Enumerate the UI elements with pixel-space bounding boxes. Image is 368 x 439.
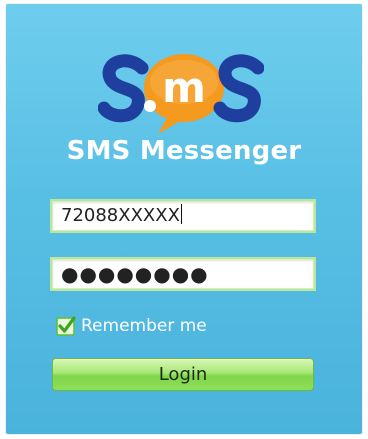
phone-number-value: 72088XXXXX [61,205,180,226]
checkbox-checked-icon[interactable] [56,316,76,336]
password-input[interactable]: ●●●●●●●● [52,259,314,289]
logo-right-s [213,54,264,123]
logo-left-s [98,54,149,123]
login-button[interactable]: Login [52,358,314,391]
remember-me-label: Remember me [81,316,207,336]
remember-me-toggle[interactable]: Remember me [56,314,207,338]
app-title: SMS Messenger [66,136,302,166]
sms-logo: m [98,54,264,134]
svg-text:m: m [162,63,206,112]
phone-number-input[interactable]: 72088XXXXX [52,201,314,231]
logo-speech-bubble: m [144,54,224,134]
password-masked-value: ●●●●●●●● [61,262,209,286]
text-caret [180,204,182,224]
logo-dot [144,100,156,112]
login-screen: m SMS Messenger 72088XXXXX ●●●●●●●● Reme… [6,4,362,434]
